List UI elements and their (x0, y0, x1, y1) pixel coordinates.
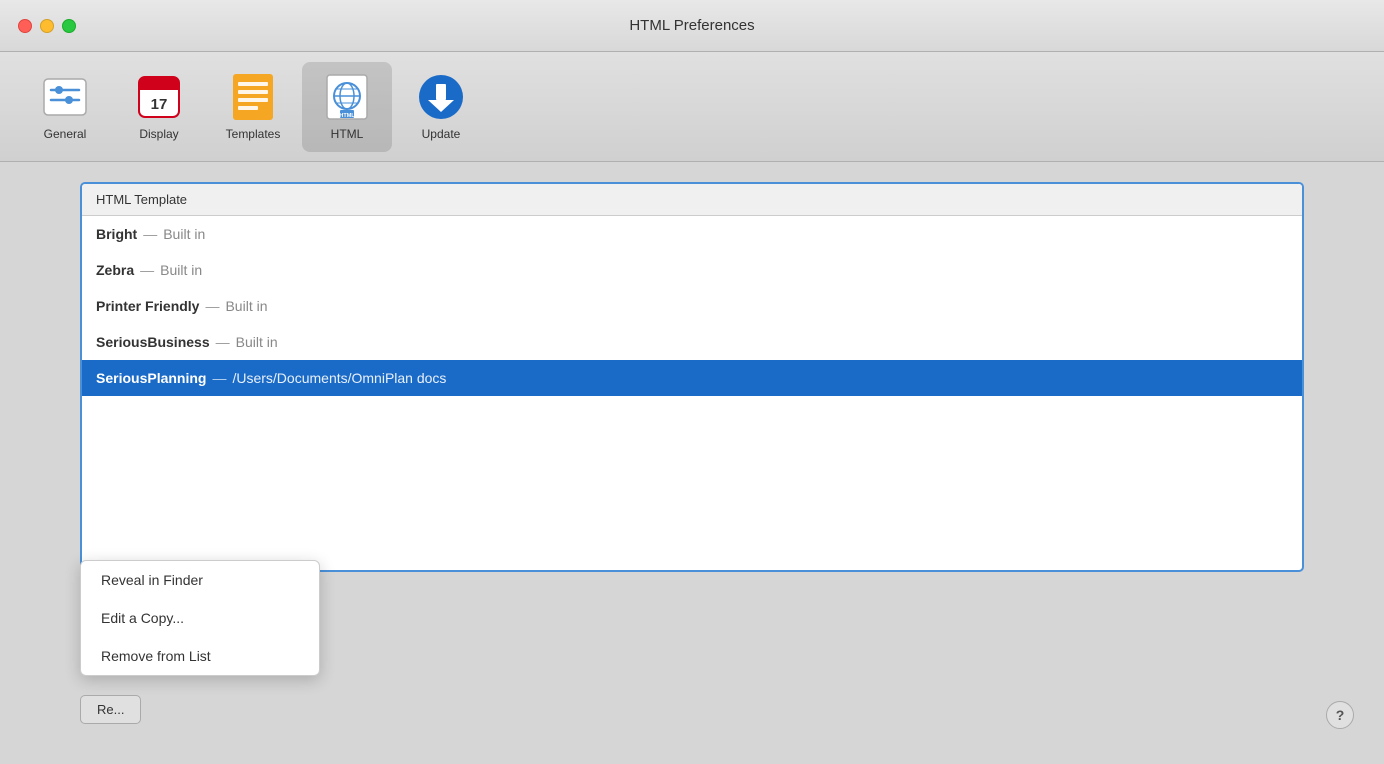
update-icon-svg (418, 74, 464, 120)
revert-label: Re... (97, 702, 124, 717)
dropdown-item-reveal[interactable]: Reveal in Finder (81, 561, 319, 599)
general-icon-svg (43, 78, 87, 116)
download-icon (417, 73, 465, 121)
html-icon-svg: HTML (326, 74, 368, 120)
templates-icon (229, 73, 277, 121)
revert-button[interactable]: Re... (80, 695, 141, 724)
templates-icon-svg (233, 74, 273, 120)
template-list-container: HTML Template Bright — Built in Zebra — … (80, 182, 1304, 572)
sliders-icon (41, 73, 89, 121)
calendar-icon: 17 (135, 73, 183, 121)
template-list-items: Bright — Built in Zebra — Built in Print… (82, 216, 1302, 396)
help-button[interactable]: ? (1326, 701, 1354, 729)
toolbar-item-templates[interactable]: Templates (208, 62, 298, 152)
dropdown-menu: Reveal in Finder Edit a Copy... Remove f… (80, 560, 320, 676)
toolbar-item-update[interactable]: Update (396, 62, 486, 152)
display-label: Display (139, 127, 178, 141)
template-loc-seriousplanning: /Users/Documents/OmniPlan docs (232, 370, 446, 386)
close-button[interactable] (18, 19, 32, 33)
general-label: General (44, 127, 87, 141)
template-list-header: HTML Template (82, 184, 1302, 216)
maximize-button[interactable] (62, 19, 76, 33)
template-sep-printer: — (205, 298, 219, 314)
window-controls (18, 19, 76, 33)
html-label: HTML (331, 127, 364, 141)
template-item-seriousplanning[interactable]: SeriousPlanning — /Users/Documents/OmniP… (82, 360, 1302, 396)
template-item-printer-friendly[interactable]: Printer Friendly — Built in (82, 288, 1302, 324)
template-sep-bright: — (143, 226, 157, 242)
template-name-bright: Bright (96, 226, 137, 242)
template-loc-printer: Built in (225, 298, 267, 314)
template-name-printer: Printer Friendly (96, 298, 199, 314)
update-label: Update (422, 127, 461, 141)
toolbar-item-display[interactable]: 17 Display (114, 62, 204, 152)
template-sep-zebra: — (140, 262, 154, 278)
svg-text:17: 17 (151, 96, 168, 113)
toolbar-item-general[interactable]: General (20, 62, 110, 152)
templates-label: Templates (226, 127, 281, 141)
dropdown-item-remove[interactable]: Remove from List (81, 637, 319, 675)
window-title: HTML Preferences (629, 17, 754, 34)
template-loc-seriousbusiness: Built in (236, 334, 278, 350)
minimize-button[interactable] (40, 19, 54, 33)
help-icon: ? (1336, 707, 1345, 723)
display-icon-svg: 17 (138, 76, 180, 118)
svg-text:HTML: HTML (339, 113, 355, 119)
template-name-zebra: Zebra (96, 262, 134, 278)
template-name-seriousbusiness: SeriousBusiness (96, 334, 210, 350)
toolbar: General 17 Display Templates (0, 52, 1384, 162)
html-icon: HTML (323, 73, 371, 121)
template-item-bright[interactable]: Bright — Built in (82, 216, 1302, 252)
template-loc-bright: Built in (163, 226, 205, 242)
template-sep-seriousplanning: — (212, 370, 226, 386)
template-item-seriousbusiness[interactable]: SeriousBusiness — Built in (82, 324, 1302, 360)
dropdown-item-edit-copy[interactable]: Edit a Copy... (81, 599, 319, 637)
toolbar-item-html[interactable]: HTML HTML (302, 62, 392, 152)
template-sep-seriousbusiness: — (216, 334, 230, 350)
template-name-seriousplanning: SeriousPlanning (96, 370, 206, 386)
title-bar: HTML Preferences (0, 0, 1384, 52)
template-item-zebra[interactable]: Zebra — Built in (82, 252, 1302, 288)
template-loc-zebra: Built in (160, 262, 202, 278)
